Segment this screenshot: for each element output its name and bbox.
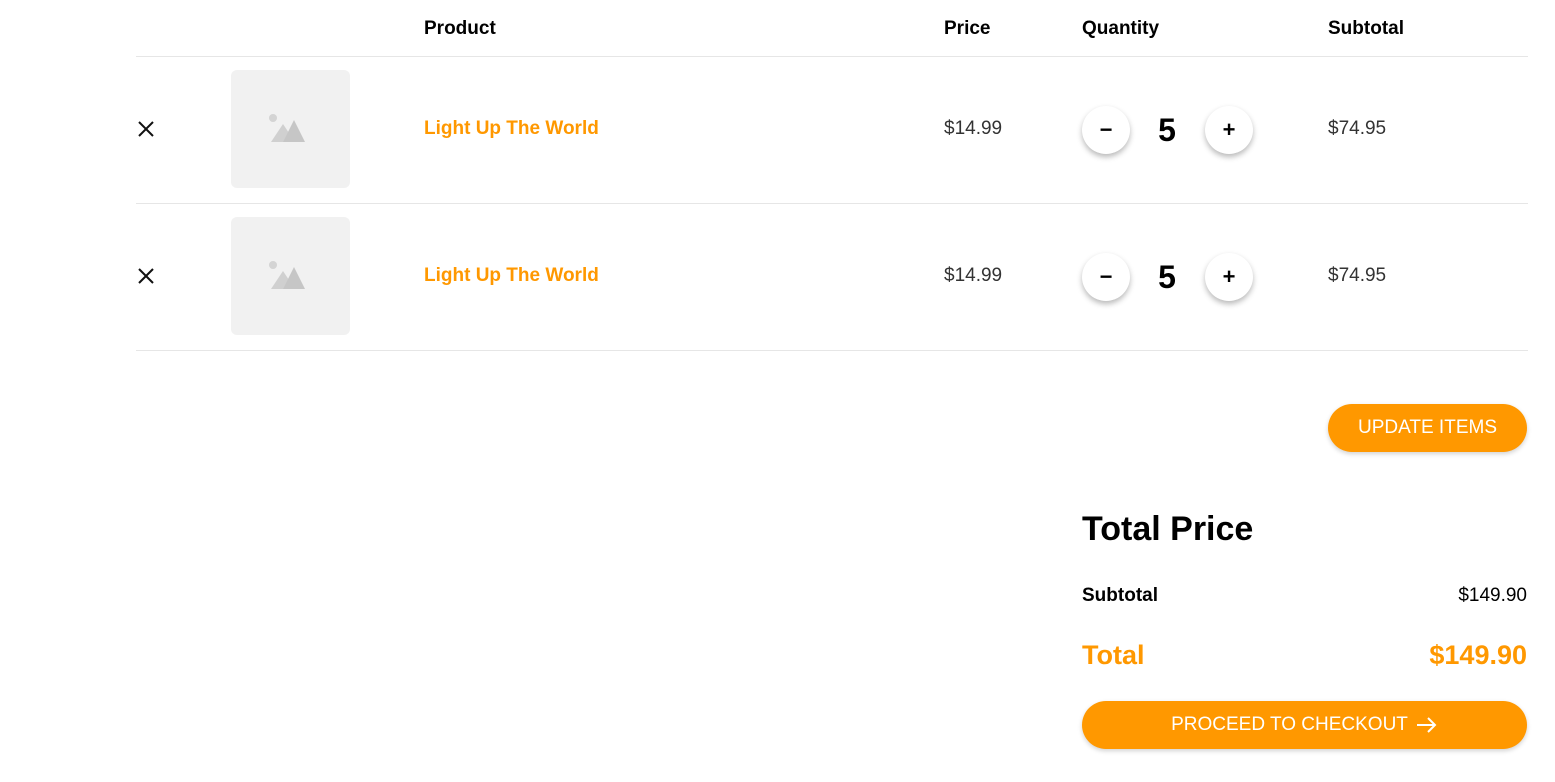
cart-row: Light Up The World $14.99 − 5 + $74.95 bbox=[136, 57, 1528, 204]
quantity-decrease-button[interactable]: − bbox=[1082, 106, 1130, 154]
checkout-button-label: PROCEED TO CHECKOUT bbox=[1171, 714, 1408, 735]
item-price: $14.99 bbox=[944, 118, 1003, 139]
remove-item-button[interactable] bbox=[136, 119, 156, 139]
quantity-value: 5 bbox=[1158, 259, 1176, 295]
item-subtotal: $74.95 bbox=[1328, 118, 1387, 139]
quantity-increase-button[interactable]: + bbox=[1205, 253, 1253, 301]
column-header-product: Product bbox=[424, 18, 496, 39]
column-header-subtotal: Subtotal bbox=[1328, 18, 1404, 39]
product-thumbnail[interactable] bbox=[231, 70, 350, 188]
column-header-quantity: Quantity bbox=[1082, 18, 1160, 39]
image-placeholder-icon bbox=[269, 114, 305, 142]
subtotal-label: Subtotal bbox=[1082, 585, 1158, 606]
cart-table-header: Product Price Quantity Subtotal bbox=[136, 0, 1528, 57]
image-placeholder-icon bbox=[269, 261, 305, 289]
total-value: $149.90 bbox=[1429, 640, 1527, 670]
cart-row: Light Up The World $14.99 − 5 + $74.95 bbox=[136, 204, 1528, 351]
cart-table: Product Price Quantity Subtotal Light Up… bbox=[136, 0, 1528, 351]
product-name-link[interactable]: Light Up The World bbox=[424, 265, 599, 287]
product-thumbnail[interactable] bbox=[231, 217, 350, 335]
close-icon bbox=[138, 268, 154, 284]
item-price: $14.99 bbox=[944, 265, 1003, 286]
close-icon bbox=[138, 121, 154, 137]
totals-title: Total Price bbox=[1082, 510, 1254, 548]
product-name-link[interactable]: Light Up The World bbox=[424, 118, 599, 140]
quantity-value: 5 bbox=[1158, 112, 1176, 148]
quantity-increase-button[interactable]: + bbox=[1205, 106, 1253, 154]
total-label: Total bbox=[1082, 640, 1145, 670]
update-items-button[interactable]: UPDATE ITEMS bbox=[1328, 404, 1527, 452]
item-subtotal: $74.95 bbox=[1328, 265, 1387, 286]
quantity-decrease-button[interactable]: − bbox=[1082, 253, 1130, 301]
subtotal-value: $149.90 bbox=[1458, 585, 1527, 606]
remove-item-button[interactable] bbox=[136, 266, 156, 286]
proceed-to-checkout-button[interactable]: PROCEED TO CHECKOUT bbox=[1082, 701, 1527, 749]
arrow-right-icon bbox=[1416, 717, 1437, 733]
column-header-price: Price bbox=[944, 18, 991, 39]
